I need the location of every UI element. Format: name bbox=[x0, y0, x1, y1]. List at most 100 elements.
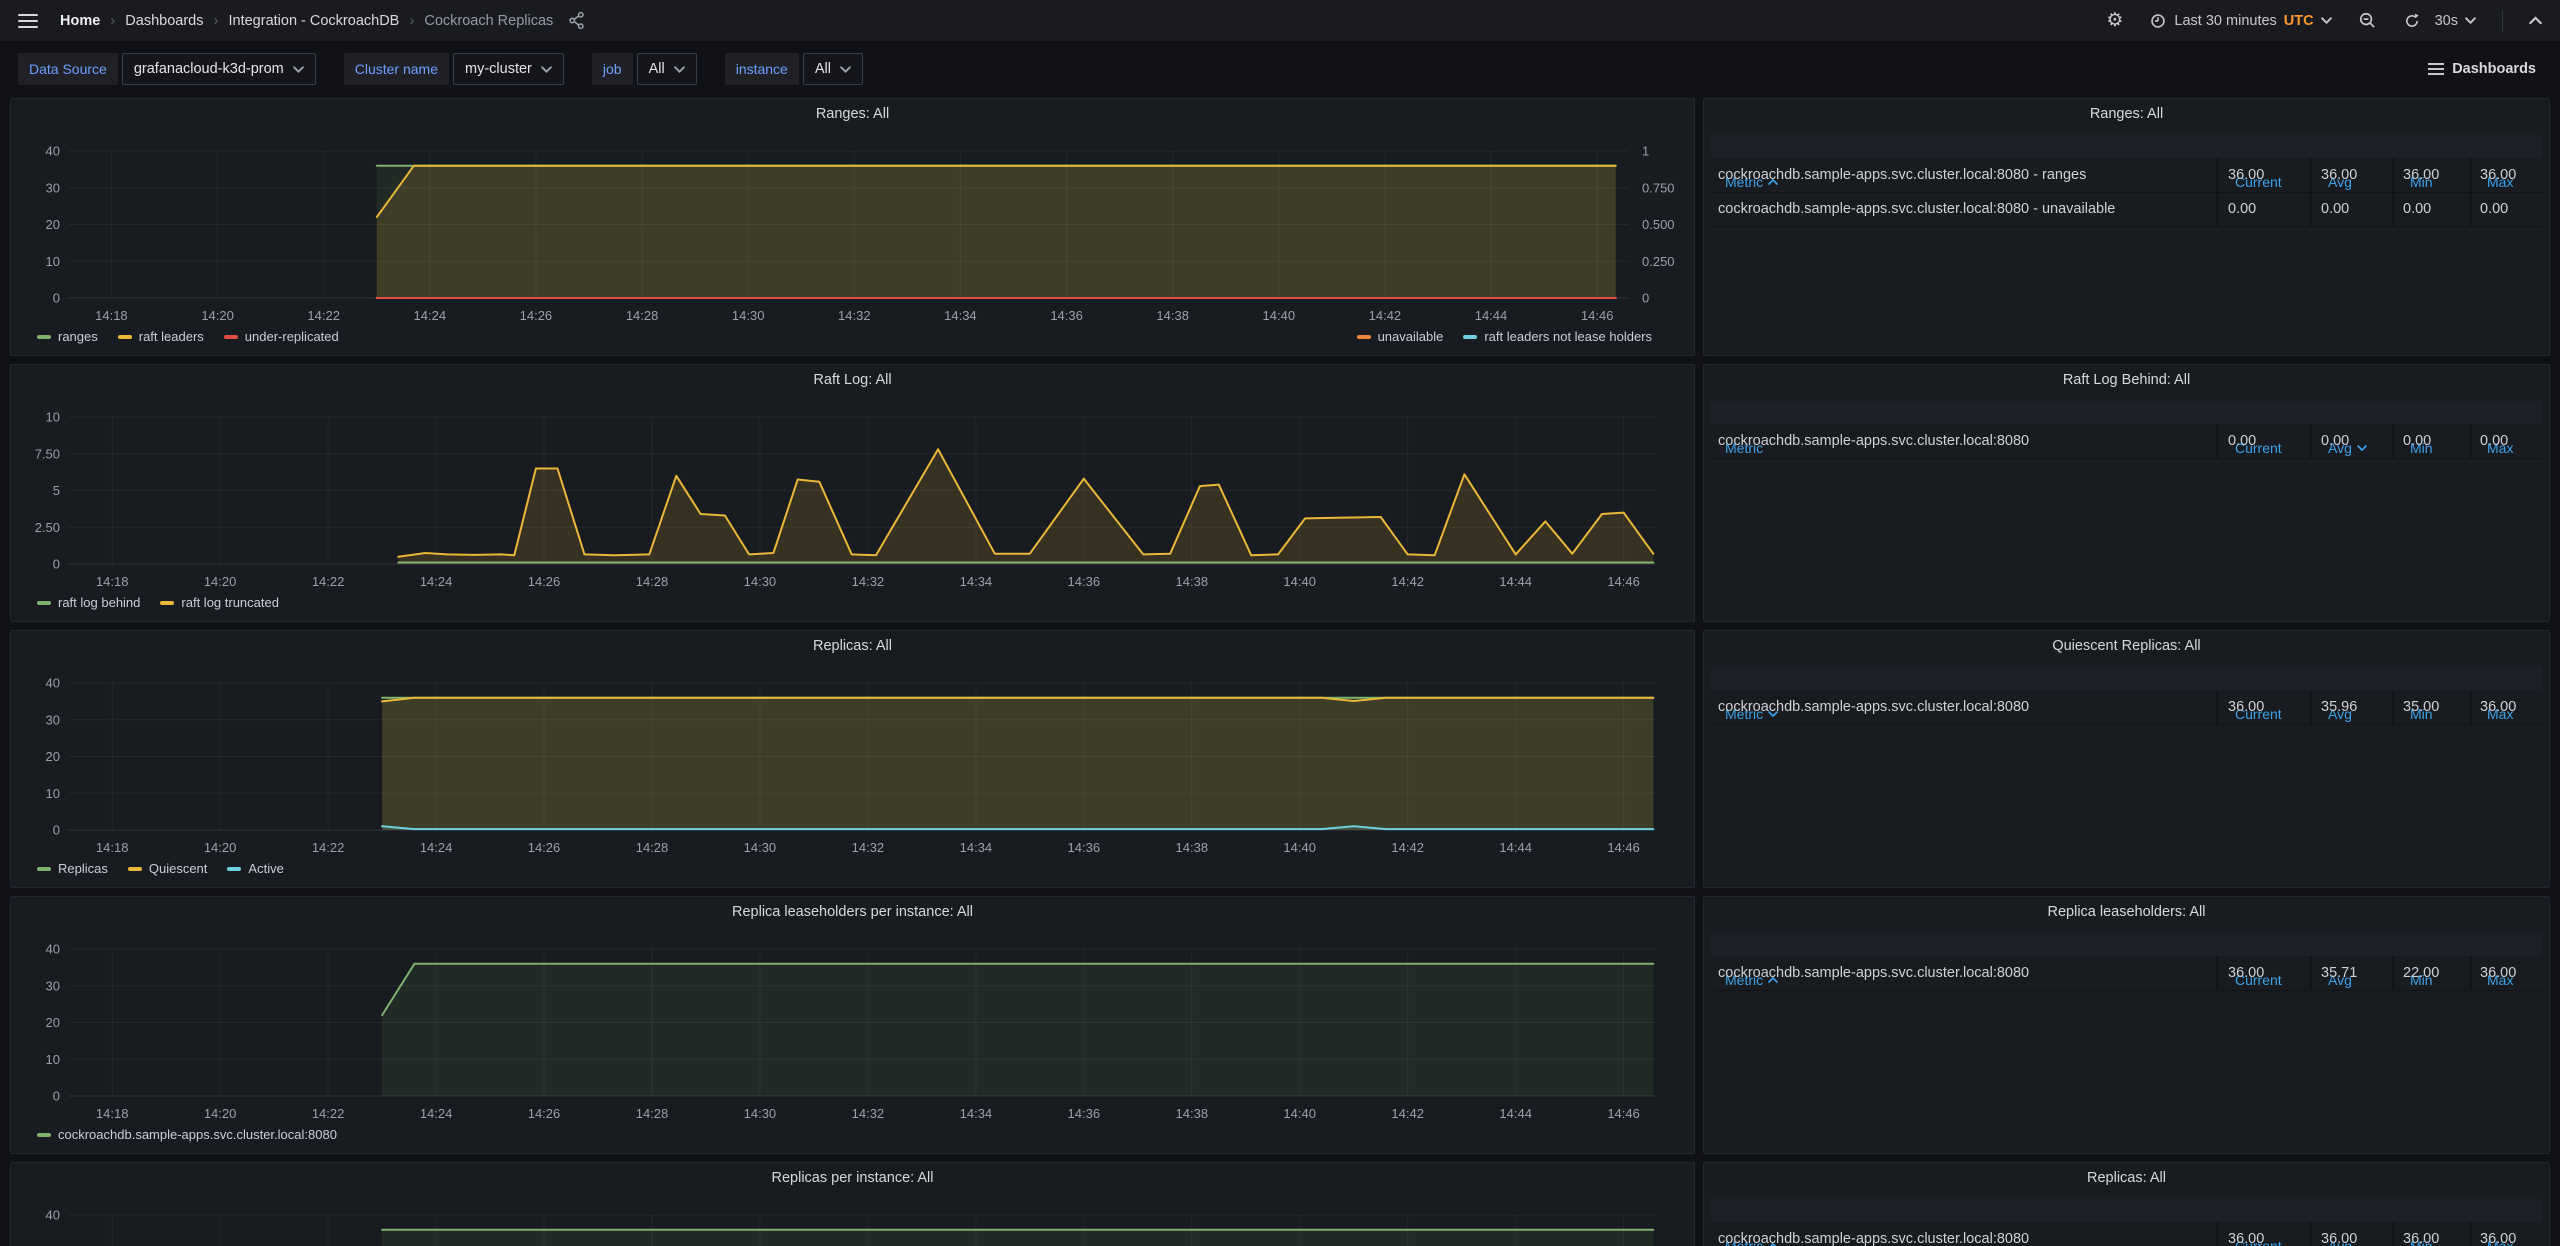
x-axis-tick: 14:38 bbox=[1176, 574, 1209, 589]
column-divider bbox=[2216, 690, 2218, 724]
table-row: cockroachdb.sample-apps.svc.cluster.loca… bbox=[1711, 158, 2542, 193]
breadcrumb-dashboards[interactable]: Dashboards bbox=[125, 13, 203, 29]
breadcrumb-separator-icon: › bbox=[110, 12, 115, 29]
panel-title[interactable]: Replicas per instance: All bbox=[11, 1170, 1694, 1186]
series-color-swatch bbox=[160, 601, 174, 605]
series-color-swatch bbox=[37, 867, 51, 871]
panel-title[interactable]: Ranges: All bbox=[1704, 106, 2549, 122]
panel-title[interactable]: Ranges: All bbox=[11, 106, 1694, 122]
x-axis-tick: 14:42 bbox=[1391, 574, 1424, 589]
panel-chart-replicas-all: Replicas: All01020304014:1814:2014:2214:… bbox=[10, 630, 1695, 888]
legend-item[interactable]: cockroachdb.sample-apps.svc.cluster.loca… bbox=[37, 1127, 337, 1142]
table-row: cockroachdb.sample-apps.svc.cluster.loca… bbox=[1711, 192, 2542, 227]
variable-label: Cluster name bbox=[344, 53, 449, 85]
panel-title[interactable]: Replicas: All bbox=[1704, 1170, 2549, 1186]
series-color-swatch bbox=[128, 867, 142, 871]
panel-title[interactable]: Raft Log Behind: All bbox=[1704, 372, 2549, 388]
metric-cell: cockroachdb.sample-apps.svc.cluster.loca… bbox=[1718, 699, 2029, 715]
column-divider bbox=[2470, 956, 2472, 990]
x-axis-tick: 14:44 bbox=[1499, 1106, 1532, 1121]
legend-item[interactable]: raft leaders not lease holders bbox=[1463, 329, 1652, 344]
column-divider bbox=[2470, 1222, 2472, 1246]
breadcrumb-home[interactable]: Home bbox=[60, 13, 100, 29]
legend-item[interactable]: unavailable bbox=[1357, 329, 1444, 344]
breadcrumb-separator-icon: › bbox=[213, 12, 218, 29]
y-axis-right-tick: 0.750 bbox=[1642, 180, 1675, 195]
chart-plot-area[interactable]: 02.5057.501014:1814:2014:2214:2414:2614:… bbox=[11, 365, 1696, 623]
timezone-label: UTC bbox=[2284, 13, 2314, 29]
y-axis-tick: 30 bbox=[46, 712, 60, 727]
value-cell: 0.00 bbox=[2228, 433, 2256, 449]
list-icon bbox=[2428, 63, 2444, 75]
series-fill bbox=[398, 449, 1653, 564]
series-fill bbox=[382, 698, 1653, 830]
x-axis-tick: 14:46 bbox=[1581, 308, 1614, 323]
chevron-down-icon bbox=[2465, 17, 2476, 24]
legend-item[interactable]: Active bbox=[227, 861, 283, 876]
breadcrumb-current: Cockroach Replicas bbox=[424, 13, 553, 29]
dashboards-list-button[interactable]: Dashboards bbox=[2422, 60, 2542, 78]
menu-toggle-button[interactable] bbox=[18, 14, 38, 28]
x-axis-tick: 14:38 bbox=[1156, 308, 1189, 323]
value-cell: 36.00 bbox=[2228, 965, 2264, 981]
panel-title[interactable]: Replica leaseholders per instance: All bbox=[11, 904, 1694, 920]
panel-title[interactable]: Quiescent Replicas: All bbox=[1704, 638, 2549, 654]
panel-table-ranges-all: Ranges: AllMetricCurrentAvgMinMaxcockroa… bbox=[1703, 98, 2550, 356]
column-divider bbox=[2310, 424, 2312, 458]
legend-item[interactable]: raft leaders bbox=[118, 329, 204, 344]
chart-plot-area[interactable]: 01020304000.2500.5000.750114:1814:2014:2… bbox=[11, 99, 1696, 357]
zoom-out-button[interactable] bbox=[2358, 11, 2377, 30]
chart-legend-right: unavailable raft leaders not lease holder… bbox=[1357, 329, 1652, 344]
refresh-button[interactable] bbox=[2403, 12, 2421, 30]
data-source-value: grafanacloud-k3d-prom bbox=[134, 60, 284, 78]
metric-cell: cockroachdb.sample-apps.svc.cluster.loca… bbox=[1718, 965, 2029, 981]
chevron-down-icon bbox=[840, 66, 851, 73]
refresh-interval-dropdown[interactable]: 30s bbox=[2435, 13, 2476, 29]
variable-cluster-name: Cluster name my-cluster bbox=[344, 53, 564, 85]
legend-item[interactable]: under-replicated bbox=[224, 329, 339, 344]
chevron-down-icon bbox=[2321, 17, 2332, 24]
job-dropdown[interactable]: All bbox=[637, 53, 697, 85]
cluster-dropdown[interactable]: my-cluster bbox=[453, 53, 564, 85]
x-axis-tick: 14:40 bbox=[1283, 574, 1316, 589]
variable-data-source: Data Source grafanacloud-k3d-prom bbox=[18, 53, 316, 85]
chart-legend-left: Replicas Quiescent Active bbox=[37, 861, 284, 876]
instance-dropdown[interactable]: All bbox=[803, 53, 863, 85]
legend-item[interactable]: raft log truncated bbox=[160, 595, 279, 610]
panel-title[interactable]: Replica leaseholders: All bbox=[1704, 904, 2549, 920]
time-range-picker[interactable]: Last 30 minutes UTC bbox=[2149, 12, 2331, 30]
x-axis-tick: 14:30 bbox=[744, 1106, 777, 1121]
share-button[interactable] bbox=[567, 11, 586, 30]
panel-title[interactable]: Raft Log: All bbox=[11, 372, 1694, 388]
y-axis-tick: 5 bbox=[53, 483, 60, 498]
y-axis-tick: 0 bbox=[53, 291, 60, 306]
legend-item[interactable]: Replicas bbox=[37, 861, 108, 876]
value-cell: 36.00 bbox=[2480, 965, 2516, 981]
series-fill bbox=[382, 1230, 1653, 1246]
legend-item[interactable]: ranges bbox=[37, 329, 98, 344]
series-label: ranges bbox=[58, 329, 98, 344]
series-color-swatch bbox=[227, 867, 241, 871]
metric-cell: cockroachdb.sample-apps.svc.cluster.loca… bbox=[1718, 201, 2115, 217]
dashboard-settings-button[interactable]: ⚙ bbox=[2106, 11, 2123, 30]
chart-plot-area[interactable]: 01020304014:1814:2014:2214:2414:2614:281… bbox=[11, 631, 1696, 889]
panel-title[interactable]: Replicas: All bbox=[11, 638, 1694, 654]
y-axis-tick: 40 bbox=[46, 144, 60, 159]
value-cell: 0.00 bbox=[2321, 201, 2349, 217]
x-axis-tick: 14:22 bbox=[312, 1106, 345, 1121]
data-source-dropdown[interactable]: grafanacloud-k3d-prom bbox=[122, 53, 316, 85]
table-header-row: MetricCurrentAvgMinMax bbox=[1711, 1199, 2542, 1222]
y-axis-tick: 7.50 bbox=[35, 446, 60, 461]
sync-icon bbox=[2403, 12, 2421, 30]
share-icon bbox=[567, 11, 586, 30]
panel-chart-replica-leaseholders-per-instance-all: Replica leaseholders per instance: All01… bbox=[10, 896, 1695, 1154]
collapse-nav-button[interactable] bbox=[2529, 16, 2542, 25]
chevron-up-icon bbox=[2529, 16, 2542, 25]
chart-plot-area[interactable]: 01020304014:1814:2014:2214:2414:2614:281… bbox=[11, 897, 1696, 1155]
job-value: All bbox=[649, 60, 665, 78]
variable-label: Data Source bbox=[18, 53, 118, 85]
panel-table-quiescent-replicas-all: Quiescent Replicas: AllMetricCurrentAvgM… bbox=[1703, 630, 2550, 888]
breadcrumb-folder[interactable]: Integration - CockroachDB bbox=[228, 13, 399, 29]
legend-item[interactable]: raft log behind bbox=[37, 595, 140, 610]
legend-item[interactable]: Quiescent bbox=[128, 861, 208, 876]
